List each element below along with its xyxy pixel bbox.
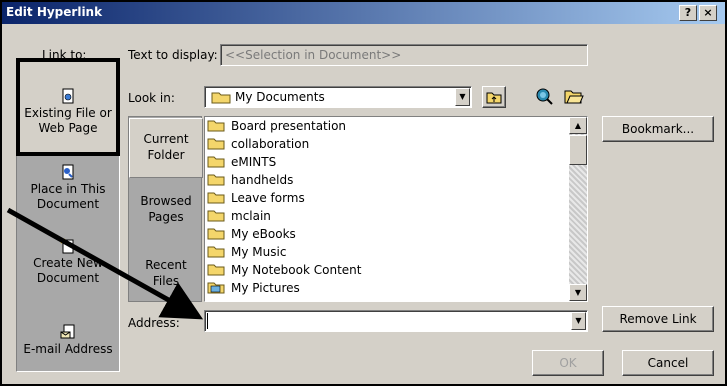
edit-hyperlink-dialog: Edit Hyperlink ? × Link to: Existing Fil… <box>0 0 727 386</box>
annotation-arrow <box>6 207 204 320</box>
